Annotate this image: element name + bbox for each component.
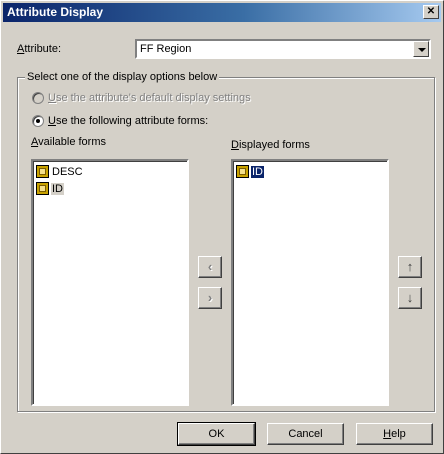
close-button[interactable]: ✕ xyxy=(423,5,439,19)
title-bar: Attribute Display xyxy=(3,3,441,22)
attribute-display-dialog: Attribute Display ✕ Attribute: FF Region… xyxy=(0,0,444,454)
available-form-item-desc[interactable]: DESC xyxy=(36,164,84,180)
cancel-button[interactable]: Cancel xyxy=(267,423,344,445)
attribute-form-icon xyxy=(36,182,49,195)
chevron-down-icon[interactable] xyxy=(413,41,429,57)
radio-selected-dot xyxy=(36,119,40,123)
default-display-label: Use the attribute's default display sett… xyxy=(48,92,251,104)
attribute-dropdown[interactable]: FF Region xyxy=(135,39,431,59)
arrow-down-icon: ↓ xyxy=(406,290,414,305)
window-title: Attribute Display xyxy=(7,5,104,19)
available-forms-label: Available forms xyxy=(31,136,106,148)
attribute-form-icon xyxy=(236,165,249,178)
displayed-forms-label: Displayed forms xyxy=(231,139,310,151)
display-options-legend: Select one of the display options below xyxy=(25,71,220,83)
chevron-left-icon: ‹ xyxy=(207,259,213,274)
attribute-form-icon xyxy=(36,165,49,178)
displayed-forms-list[interactable]: ID xyxy=(231,159,389,406)
attribute-forms-label: Use the following attribute forms: xyxy=(48,115,209,127)
attribute-label: Attribute: xyxy=(17,43,62,55)
move-left-button[interactable]: ‹ xyxy=(198,256,222,278)
arrow-up-icon: ↑ xyxy=(406,259,414,274)
chevron-right-icon: › xyxy=(207,290,213,305)
close-icon: ✕ xyxy=(426,6,436,17)
available-form-item-id[interactable]: ID xyxy=(36,181,64,197)
default-display-radio[interactable] xyxy=(32,92,44,104)
displayed-form-item-id[interactable]: ID xyxy=(236,164,265,180)
attribute-forms-radio[interactable] xyxy=(32,115,44,127)
ok-button[interactable]: OK xyxy=(177,422,256,446)
move-down-button[interactable]: ↓ xyxy=(398,287,422,309)
help-button[interactable]: Help xyxy=(356,423,433,445)
move-up-button[interactable]: ↑ xyxy=(398,256,422,278)
move-right-button[interactable]: › xyxy=(198,287,222,309)
attribute-dropdown-value: FF Region xyxy=(140,43,192,55)
available-forms-list[interactable]: DESC ID xyxy=(31,159,189,406)
